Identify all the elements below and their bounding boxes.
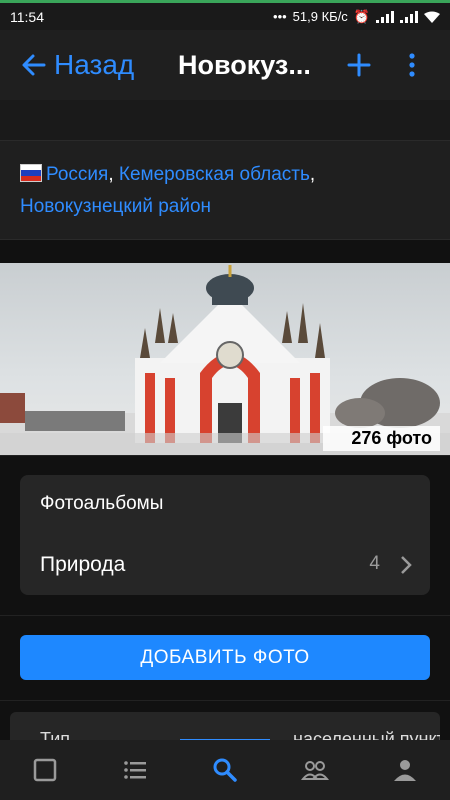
albums-title: Фотоальбомы	[40, 493, 164, 514]
albums-card: Фотоальбомы Природа 4	[20, 475, 430, 595]
divider	[0, 455, 450, 456]
wifi-icon	[424, 11, 440, 23]
country-link[interactable]: Россия	[46, 164, 108, 185]
cover-photo[interactable]: 276 фото	[0, 263, 450, 455]
tab-search[interactable]	[195, 740, 255, 800]
location-separator: ,	[309, 164, 316, 185]
tab-feed[interactable]	[15, 740, 75, 800]
location-separator: ,	[108, 164, 114, 185]
photo-count-badge: 276 фото	[323, 426, 440, 451]
search-icon	[213, 758, 237, 782]
dots-icon: •••	[273, 9, 287, 24]
status-bar: 11:54 ••• 51,9 КБ/с ⏰	[0, 0, 450, 30]
album-count: 4	[369, 553, 380, 574]
signal-icon	[400, 10, 418, 23]
tab-profile[interactable]	[375, 740, 435, 800]
divider	[0, 700, 450, 701]
tab-list[interactable]	[105, 740, 165, 800]
status-icons: ••• 51,9 КБ/с ⏰	[273, 9, 440, 25]
status-time: 11:54	[10, 8, 44, 25]
square-icon	[33, 758, 57, 782]
divider	[0, 239, 450, 240]
network-speed: 51,9 КБ/с	[292, 9, 348, 24]
add-photo-button[interactable]: ДОБАВИТЬ ФОТО	[20, 635, 430, 680]
top-nav: Назад Новокуз...	[0, 30, 450, 100]
album-item[interactable]: Природа 4	[20, 543, 430, 587]
tab-friends[interactable]	[285, 740, 345, 800]
russia-flag-icon	[20, 164, 42, 182]
bottom-tab-bar	[0, 740, 450, 800]
divider	[0, 615, 450, 616]
location-breadcrumb: Россия, Кемеровская область, Новокузнецк…	[0, 141, 450, 239]
back-arrow-icon	[22, 54, 46, 76]
chevron-right-icon	[401, 556, 412, 574]
list-icon	[124, 761, 146, 779]
region-link[interactable]: Кемеровская область	[119, 164, 310, 185]
profile-icon	[394, 760, 416, 781]
more-vertical-icon[interactable]	[405, 51, 419, 79]
back-button[interactable]: Назад	[0, 49, 134, 81]
page-title: Новокуз...	[178, 50, 311, 80]
album-name: Природа	[40, 553, 126, 576]
spacer	[0, 100, 450, 140]
alarm-icon: ⏰	[353, 8, 370, 24]
friends-icon	[301, 761, 329, 780]
district-link[interactable]: Новокузнецкий район	[20, 196, 211, 217]
plus-icon[interactable]	[345, 51, 373, 79]
back-label: Назад	[54, 49, 135, 80]
signal-icon	[376, 10, 394, 23]
